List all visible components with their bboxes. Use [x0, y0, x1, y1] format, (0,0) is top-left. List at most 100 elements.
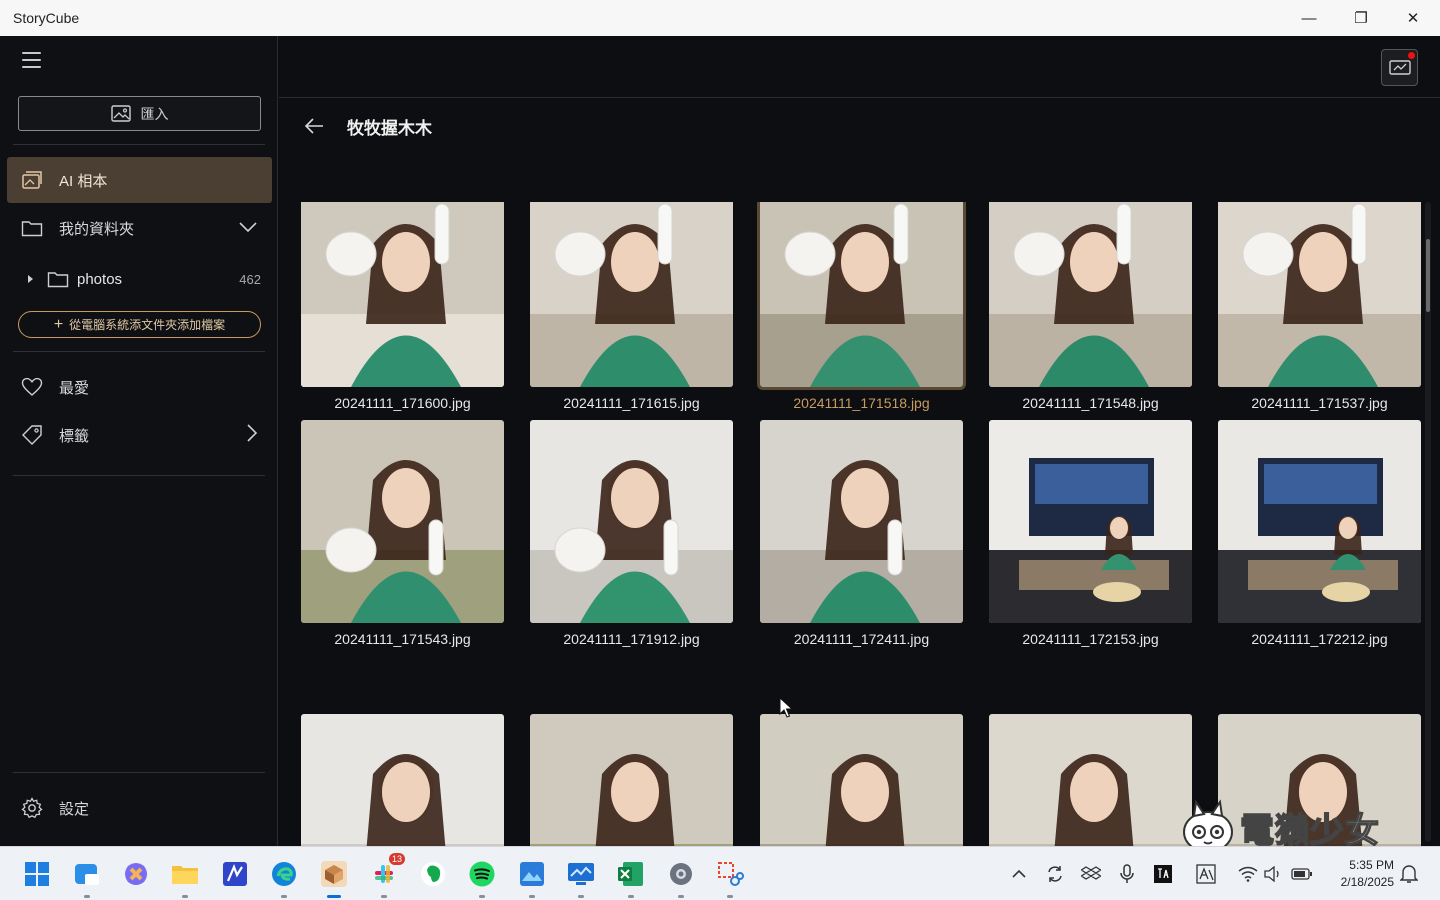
photo-image — [301, 420, 504, 623]
language-icon[interactable] — [1195, 863, 1217, 885]
watermark-text: 電獺少女 — [1239, 811, 1380, 851]
photo-thumbnail[interactable] — [989, 714, 1192, 846]
taskbar-app-spotify[interactable] — [467, 859, 497, 898]
sidebar-item-favorites[interactable]: 最愛 — [7, 364, 272, 410]
spotify-icon — [469, 861, 495, 887]
chevron-right-icon[interactable] — [246, 423, 258, 447]
add-folder-button[interactable]: + 從電腦系統添文件夾添加檔案 — [18, 311, 261, 338]
ime-icon[interactable] — [1152, 863, 1174, 885]
photos-icon — [520, 862, 544, 886]
add-folder-label: 從電腦系統添文件夾添加檔案 — [69, 318, 226, 332]
caret-right-icon[interactable] — [25, 274, 35, 284]
microphone-icon[interactable] — [1116, 863, 1138, 885]
photo-image — [760, 420, 963, 623]
taskbar-app-snipping[interactable] — [715, 859, 745, 898]
app-icon — [223, 862, 247, 886]
close-icon: ✕ — [1406, 10, 1420, 27]
close-button[interactable]: ✕ — [1390, 4, 1436, 32]
battery-icon[interactable] — [1291, 863, 1313, 885]
sidebar-item-settings[interactable]: 設定 — [7, 785, 272, 831]
taskbar-app-settings[interactable] — [666, 859, 696, 898]
tag-icon — [19, 422, 45, 448]
sidebar-item-ai-album[interactable]: AI 相本 — [7, 157, 272, 203]
divider — [13, 144, 265, 145]
title-bar: StoryCube — ❐ ✕ — [0, 0, 1440, 36]
divider — [13, 475, 265, 476]
sidebar-item-label: 標籤 — [59, 427, 90, 445]
hamburger-menu-icon[interactable] — [22, 52, 41, 68]
mouse-cursor-icon — [779, 697, 793, 718]
taskbar-app-copilot[interactable] — [121, 859, 151, 889]
gear-icon — [670, 863, 692, 885]
wifi-icon[interactable] — [1237, 863, 1259, 885]
taskbar-app-edge[interactable] — [269, 859, 299, 898]
snipping-tool-icon — [718, 862, 744, 886]
sidebar-item-my-folders[interactable]: 我的資料夾 — [7, 205, 272, 251]
folder-item-photos[interactable]: photos 462 — [25, 264, 265, 294]
folder-name: photos — [77, 270, 123, 288]
taskbar-app-notes[interactable] — [220, 859, 250, 889]
sidebar-item-label: AI 相本 — [59, 172, 108, 190]
photo-thumbnail[interactable]: 20241111_171543.jpg — [301, 420, 504, 647]
gear-icon — [19, 795, 45, 821]
taskbar-app-slack[interactable]: 13 — [369, 853, 405, 898]
app-title: StoryCube — [13, 10, 80, 26]
photo-image — [1218, 420, 1421, 623]
photo-filename: 20241111_172212.jpg — [1251, 631, 1388, 647]
sidebar-item-label: 最愛 — [59, 379, 90, 397]
dropbox-icon[interactable] — [1080, 863, 1102, 885]
chevron-down-icon[interactable] — [238, 220, 258, 237]
sync-icon[interactable] — [1044, 863, 1066, 885]
scrollbar-thumb[interactable] — [1426, 239, 1430, 312]
photo-image — [530, 420, 733, 623]
notification-bell-icon[interactable] — [1398, 863, 1420, 885]
photo-thumbnail[interactable] — [530, 714, 733, 846]
photo-thumbnail[interactable]: 20241111_171912.jpg — [530, 420, 733, 647]
folder-icon — [172, 866, 198, 884]
photo-thumbnail[interactable]: 20241111_172153.jpg — [989, 420, 1192, 647]
clock[interactable]: 5:35 PM 2/18/2025 — [1322, 857, 1394, 891]
start-button[interactable] — [22, 859, 52, 889]
photo-image — [301, 714, 504, 846]
photo-thumbnail[interactable]: 20241111_171518.jpg — [757, 202, 966, 411]
import-button[interactable]: 匯入 — [18, 96, 261, 131]
sidebar-item-tags[interactable]: 標籤 — [7, 412, 272, 458]
minimize-button[interactable]: — — [1286, 4, 1332, 32]
taskbar-app-pm[interactable] — [72, 859, 102, 898]
sidebar-item-label: 我的資料夾 — [59, 220, 135, 238]
photo-thumbnail[interactable]: 20241111_171548.jpg — [989, 202, 1192, 411]
photo-thumbnail[interactable] — [301, 714, 504, 846]
taskbar-app-excel[interactable] — [616, 859, 646, 898]
taskbar: 13 5:35 PM 2/18/2025 — [0, 846, 1440, 900]
photo-thumbnail[interactable]: 20241111_171600.jpg — [301, 202, 504, 411]
tray-overflow-chevron-icon[interactable] — [1008, 863, 1030, 885]
notification-badge: 13 — [388, 853, 405, 865]
photo-thumbnail[interactable]: 20241111_172411.jpg — [760, 420, 963, 647]
photo-thumbnail[interactable]: 20241111_171615.jpg — [530, 202, 733, 411]
image-import-icon — [110, 104, 131, 122]
slideshow-button[interactable] — [1381, 49, 1418, 86]
back-arrow-icon[interactable] — [303, 117, 325, 135]
copilot-icon — [125, 863, 147, 885]
remote-desktop-icon — [568, 863, 594, 885]
photo-filename: 20241111_171537.jpg — [1251, 395, 1388, 411]
photo-image — [989, 202, 1192, 387]
taskbar-app-file-explorer[interactable] — [170, 859, 200, 898]
photo-filename: 20241111_171912.jpg — [563, 631, 700, 647]
taskbar-app-evernote[interactable] — [418, 859, 448, 889]
photo-thumbnail[interactable]: 20241111_171537.jpg — [1218, 202, 1421, 411]
folder-count: 462 — [239, 271, 261, 287]
photo-thumbnail[interactable] — [760, 714, 963, 846]
taskbar-app-photos[interactable] — [517, 859, 547, 898]
photo-thumbnail[interactable]: 20241111_172212.jpg — [1218, 420, 1421, 647]
volume-icon[interactable] — [1262, 863, 1284, 885]
main-content: 牧牧握木木 20241111_171600.jpg 20241111_17161… — [279, 36, 1440, 846]
taskbar-app-storycube[interactable] — [319, 859, 349, 898]
photo-grid: 20241111_171600.jpg 20241111_171615.jpg — [279, 202, 1429, 846]
restore-button[interactable]: ❐ — [1338, 4, 1384, 32]
app-icon — [75, 864, 99, 885]
photo-filename: 20241111_171615.jpg — [563, 395, 700, 411]
photo-image — [301, 202, 504, 387]
taskbar-app-remote[interactable] — [566, 859, 596, 898]
photo-filename: 20241111_171600.jpg — [334, 395, 471, 411]
